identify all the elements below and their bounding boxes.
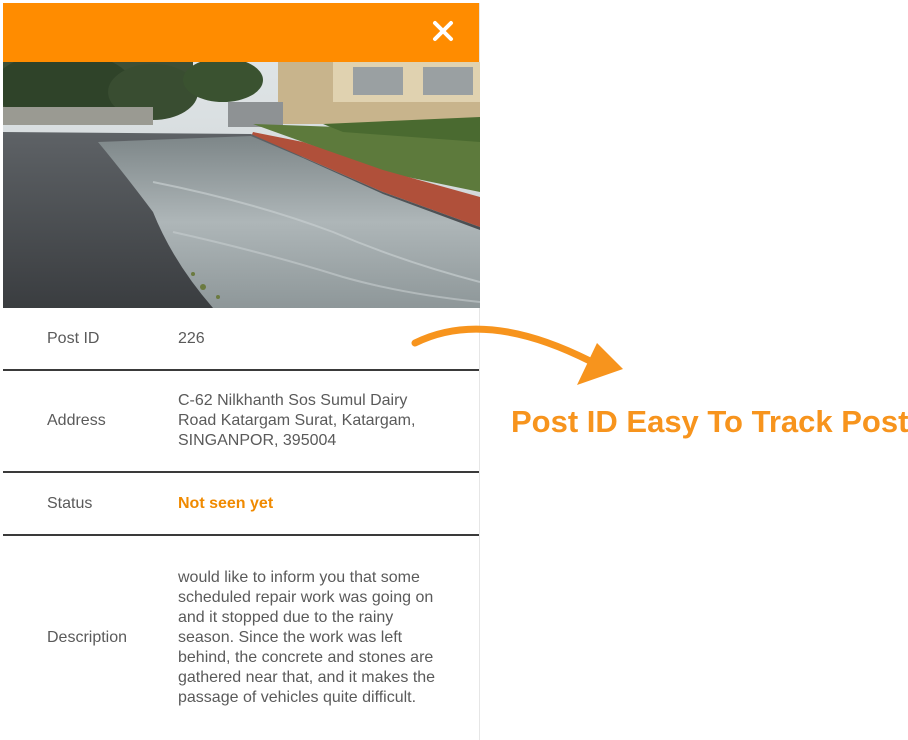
- description-row: Description would like to inform you tha…: [3, 536, 479, 739]
- address-label: Address: [47, 412, 106, 429]
- description-label: Description: [47, 628, 128, 646]
- panel-header: [3, 3, 479, 62]
- status-row: Status Not seen yet: [3, 473, 479, 536]
- close-icon[interactable]: [429, 17, 457, 45]
- status-value: Not seen yet: [178, 494, 274, 512]
- status-label: Status: [47, 494, 93, 512]
- address-value: C-62 Nilkhanth Sos Sumul Dairy Road Kata…: [178, 392, 416, 449]
- description-value: would like to inform you that some sched…: [178, 568, 436, 706]
- callout-arrow-icon: [411, 325, 623, 385]
- callout-text: Post ID Easy To Track Post: [511, 404, 908, 439]
- post-photo: [3, 62, 480, 308]
- post-id-label: Post ID: [47, 329, 100, 347]
